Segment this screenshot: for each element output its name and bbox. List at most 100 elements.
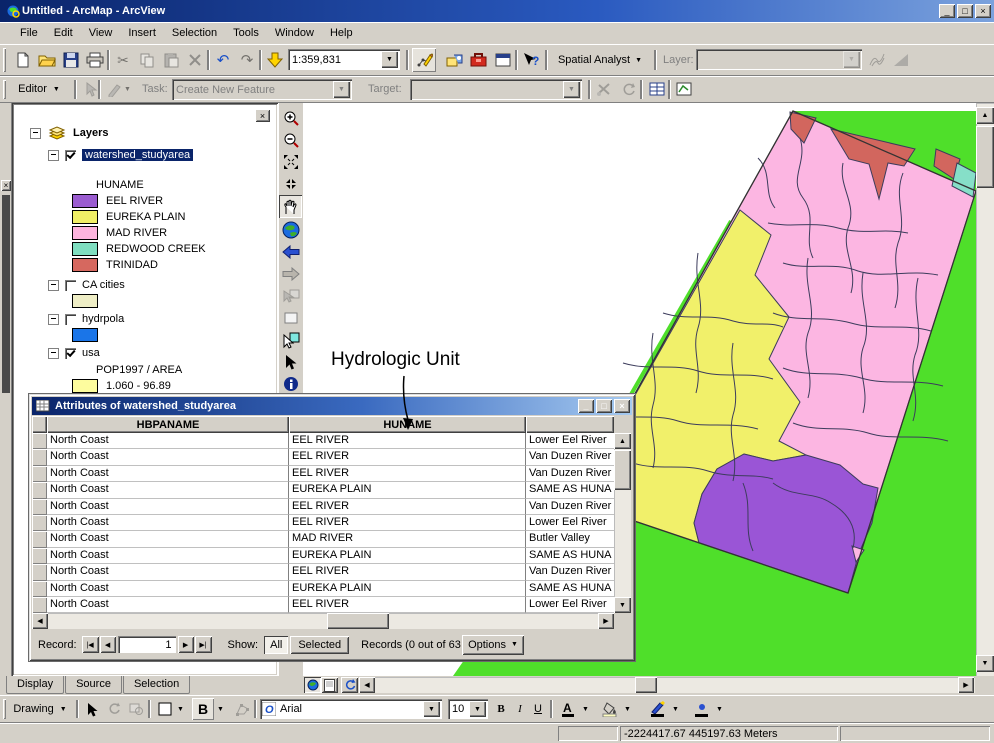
layer-checkbox[interactable] <box>65 348 76 359</box>
toc-tab[interactable]: Selection <box>123 676 190 694</box>
table-row[interactable]: North Coast EEL RIVER Van Duzen River <box>32 466 614 482</box>
collapse-icon[interactable] <box>48 314 59 325</box>
options-button[interactable]: Options ▼ <box>462 635 524 655</box>
redo-button[interactable]: ↷ <box>236 49 258 71</box>
toc-tab[interactable]: Source <box>65 676 122 694</box>
save-button[interactable] <box>60 49 82 71</box>
cut-button[interactable]: ✂ <box>112 49 134 71</box>
chevron-down-icon[interactable]: ▼ <box>672 706 679 713</box>
fixed-zoom-out-tool[interactable] <box>280 173 302 195</box>
zoom-in-tool[interactable] <box>280 107 302 129</box>
chevron-down-icon[interactable]: ▼ <box>217 706 224 713</box>
chevron-down-icon[interactable]: ▼ <box>381 51 398 68</box>
map-annotation-text[interactable]: Hydrologic Unit <box>331 349 460 371</box>
select-elements-tool[interactable] <box>82 699 102 719</box>
identify-tool[interactable] <box>280 373 302 395</box>
sketch-properties-icon[interactable] <box>673 78 695 100</box>
open-button[interactable] <box>36 49 58 71</box>
legend-swatch[interactable] <box>72 294 98 308</box>
table-row[interactable]: North Coast EEL RIVER Van Duzen River <box>32 499 614 515</box>
print-button[interactable] <box>84 49 106 71</box>
row-selector[interactable] <box>32 581 47 597</box>
refresh-view-button[interactable] <box>341 677 358 693</box>
table-row[interactable]: North Coast EEL RIVER Lower Eel River <box>32 433 614 449</box>
copy-button[interactable] <box>136 49 158 71</box>
layout-view-button[interactable] <box>321 677 338 693</box>
chevron-down-icon[interactable]: ▼ <box>624 706 631 713</box>
row-selector[interactable] <box>32 433 47 449</box>
table-row[interactable]: North Coast EEL RIVER Van Duzen River <box>32 449 614 465</box>
toc-layer-hydrpola[interactable]: hydrpola <box>48 311 278 327</box>
toc-tab[interactable]: Display <box>6 676 64 694</box>
row-selector[interactable] <box>32 531 47 547</box>
layer-checkbox[interactable] <box>65 314 76 325</box>
minimize-button[interactable]: _ <box>939 4 955 18</box>
select-features-tool[interactable] <box>280 285 302 307</box>
table-row[interactable]: North Coast EEL RIVER Van Duzen River <box>32 564 614 580</box>
legend-swatch[interactable] <box>72 328 98 342</box>
chevron-down-icon[interactable]: ▼ <box>177 706 184 713</box>
show-selected-button[interactable]: Selected <box>290 636 349 654</box>
new-map-button[interactable] <box>12 49 34 71</box>
menu-item[interactable]: File <box>12 24 46 42</box>
maximize-button[interactable]: □ <box>957 4 973 18</box>
go-back-extent-tool[interactable] <box>280 241 302 263</box>
layer-checkbox[interactable] <box>65 280 76 291</box>
toc-layer-ca-cities[interactable]: CA cities <box>48 277 278 293</box>
clear-selection-tool[interactable] <box>280 307 302 329</box>
italic-button[interactable]: I <box>511 699 529 719</box>
row-selector[interactable] <box>32 597 47 613</box>
table-row[interactable]: North Coast EEL RIVER Lower Eel River <box>32 515 614 531</box>
editor-menu[interactable]: Editor ▼ <box>10 79 68 99</box>
legend-swatch[interactable] <box>72 242 98 256</box>
toc-root-row[interactable]: Layers <box>30 125 278 141</box>
table-row[interactable]: North Coast EUREKA PLAIN SAME AS HUNA <box>32 548 614 564</box>
attribute-table-titlebar[interactable]: Attributes of watershed_studyarea _ □ × <box>32 397 632 415</box>
maximize-button[interactable]: □ <box>596 399 612 413</box>
show-all-button[interactable]: All <box>264 636 288 654</box>
new-text-tool[interactable]: B <box>192 698 214 720</box>
arctoolbox-button[interactable] <box>468 49 490 71</box>
legend-swatch[interactable] <box>72 210 98 224</box>
collapse-icon[interactable] <box>30 128 41 139</box>
chevron-down-icon[interactable]: ▼ <box>582 706 589 713</box>
scrollbar-thumb[interactable] <box>976 126 994 188</box>
row-selector[interactable] <box>32 564 47 580</box>
menu-item[interactable]: Tools <box>225 24 267 42</box>
pan-tool[interactable] <box>279 195 302 218</box>
help-tool-button[interactable]: ? <box>520 49 542 71</box>
edit-sketch-button[interactable] <box>412 48 436 72</box>
scroll-right-icon[interactable]: ▶ <box>598 613 614 629</box>
chevron-down-icon[interactable]: ▼ <box>716 706 723 713</box>
undo-button[interactable]: ↶ <box>212 49 234 71</box>
table-row[interactable]: North Coast EUREKA PLAIN SAME AS HUNA <box>32 581 614 597</box>
table-row[interactable]: North Coast MAD RIVER Butler Valley <box>32 531 614 547</box>
scrollbar-thumb[interactable] <box>327 613 389 629</box>
scroll-up-icon[interactable]: ▲ <box>614 433 631 449</box>
scroll-left-icon[interactable]: ◀ <box>359 677 375 693</box>
toc-layer-usa[interactable]: usa <box>48 345 278 361</box>
delete-button[interactable] <box>184 49 206 71</box>
legend-swatch[interactable] <box>72 258 98 272</box>
table-horizontal-scrollbar[interactable]: ◀ ▶ <box>32 613 614 629</box>
scroll-right-icon[interactable]: ▶ <box>958 677 974 693</box>
menu-item[interactable]: Edit <box>46 24 81 42</box>
menu-item[interactable]: Help <box>322 24 361 42</box>
legend-swatch[interactable] <box>72 226 98 240</box>
attributes-dialog-icon[interactable] <box>646 78 668 100</box>
spatial-analyst-menu[interactable]: Spatial Analyst ▼ <box>552 49 648 71</box>
layer-checkbox[interactable] <box>65 150 76 161</box>
column-header[interactable] <box>526 416 614 433</box>
drawing-menu[interactable]: Drawing ▼ <box>10 699 70 719</box>
minimize-button[interactable]: _ <box>578 399 594 413</box>
row-selector[interactable] <box>32 499 47 515</box>
legend-swatch[interactable] <box>72 194 98 208</box>
marker-color-button[interactable] <box>690 699 714 719</box>
select-elements-tool[interactable] <box>280 351 302 373</box>
previous-record-button[interactable]: ◀ <box>100 636 116 653</box>
paste-button[interactable] <box>160 49 182 71</box>
record-number-input[interactable] <box>118 636 176 653</box>
font-size-combo[interactable]: 10 ▼ <box>448 699 488 719</box>
map-horizontal-scrollbar[interactable]: ◀ ▶ <box>359 677 975 693</box>
row-selector[interactable] <box>32 515 47 531</box>
